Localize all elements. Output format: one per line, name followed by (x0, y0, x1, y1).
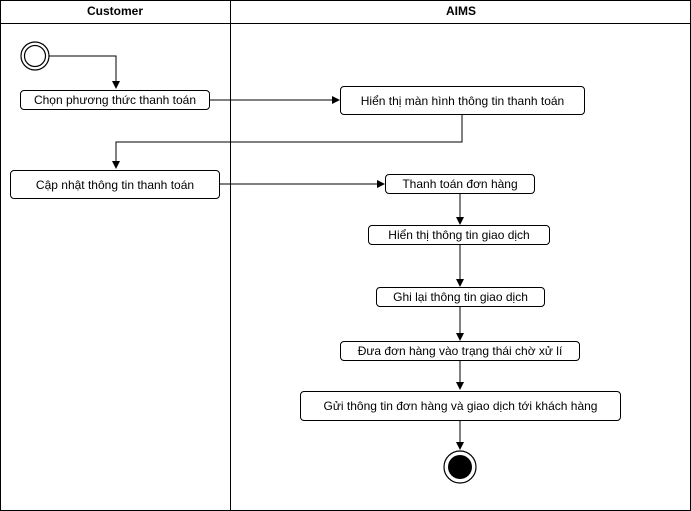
swimlane-frame (0, 0, 691, 511)
action-record-transaction: Ghi lại thông tin giao dịch (376, 287, 545, 307)
lane-header-customer: Customer (86, 4, 143, 18)
action-set-order-pending: Đưa đơn hàng vào trạng thái chờ xử lí (340, 341, 580, 361)
edge-show-screen-to-update (112, 115, 463, 169)
end-node-inner (448, 455, 472, 479)
start-node-inner (23, 44, 47, 68)
action-pay-order: Thanh toán đơn hàng (385, 174, 535, 194)
edge-start-to-choose (49, 55, 120, 89)
action-update-payment-info: Cập nhật thông tin thanh toán (10, 170, 220, 199)
activity-diagram: Customer AIMS Chọn phương thức thanh toá… (0, 0, 691, 511)
diagram-canvas (0, 0, 691, 511)
action-choose-payment-method: Chọn phương thức thanh toán (20, 90, 210, 110)
action-send-info-to-customer: Gửi thông tin đơn hàng và giao dịch tới … (300, 391, 621, 421)
lane-header-aims: AIMS (446, 4, 476, 18)
action-show-transaction-info: Hiển thị thông tin giao dịch (368, 225, 550, 245)
action-show-payment-screen: Hiển thị màn hình thông tin thanh toán (340, 86, 585, 115)
